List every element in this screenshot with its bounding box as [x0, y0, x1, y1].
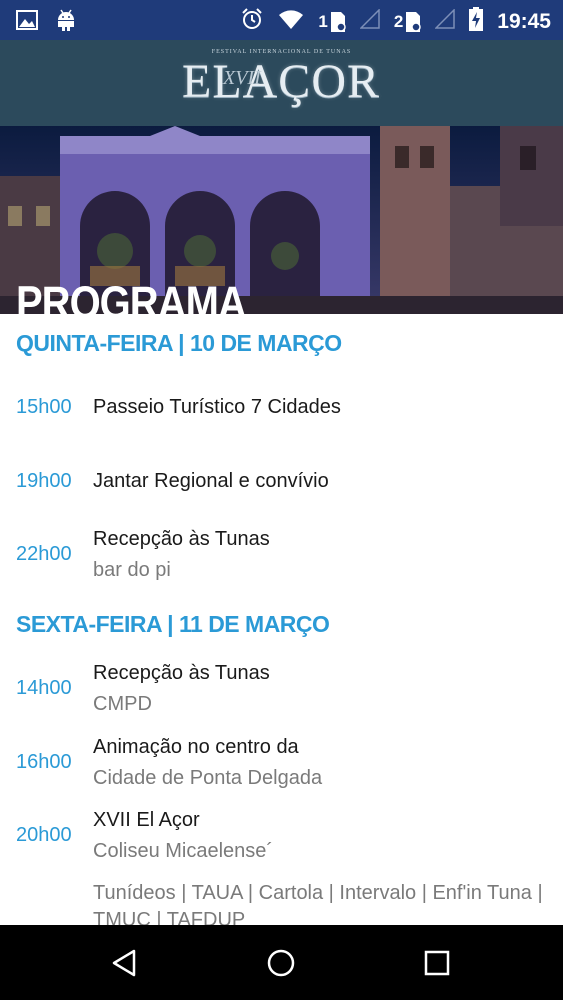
image-icon: [16, 10, 38, 35]
navigation-bar: [0, 925, 563, 1000]
sim2-label: 2: [393, 11, 404, 31]
event-time: 15h00: [16, 396, 72, 418]
event-title: Recepção às Tunas: [93, 528, 270, 550]
event-location: Coliseu Micaelense´: [93, 840, 274, 862]
event-location: bar do pi: [93, 559, 171, 581]
header-banner: PROGRAMA: [0, 126, 563, 314]
android-icon: [56, 8, 76, 37]
event-location: Cidade de Ponta Delgada: [93, 767, 323, 789]
sim2-indicator: 2: [393, 11, 422, 33]
event-time: 22h00: [16, 543, 72, 565]
sim-card-icon: [330, 11, 346, 32]
sim1-label: 1: [318, 11, 328, 31]
event-title: Recepção às Tunas: [93, 662, 270, 684]
recents-icon: [424, 950, 450, 975]
recents-button[interactable]: [397, 925, 477, 1000]
wifi-icon: [278, 8, 304, 35]
battery-charging-icon: [469, 7, 484, 36]
signal-icon: [434, 8, 456, 34]
event-title: Animação no centro da: [93, 736, 299, 758]
home-button[interactable]: [241, 925, 321, 1000]
sim1-indicator: 1: [318, 11, 346, 33]
app-logo[interactable]: ELAÇOR XVII: [165, 54, 397, 114]
event-time: 14h00: [16, 677, 72, 699]
clock: 19:45: [497, 9, 551, 33]
day-header-friday: SEXTA-FEIRA | 11 DE MARÇO: [16, 611, 330, 637]
sim-card-icon: [406, 11, 422, 32]
back-button[interactable]: [85, 925, 165, 1000]
logo-text: ELAÇOR: [182, 55, 380, 108]
status-bar: 1 2 19:45: [0, 0, 563, 40]
event-title: XVII El Açor: [93, 809, 200, 831]
event-location: CMPD: [93, 693, 152, 715]
event-time: 16h00: [16, 751, 72, 773]
home-icon: [267, 949, 295, 976]
event-title: Jantar Regional e convívio: [93, 470, 329, 492]
day-header-thursday: QUINTA-FEIRA | 10 DE MARÇO: [16, 330, 342, 356]
event-time: 20h00: [16, 824, 72, 846]
app-bar: FESTIVAL INTERNACIONAL DE TUNAS ELAÇOR X…: [0, 40, 563, 126]
logo-edition: XVII: [223, 67, 261, 89]
event-title: Passeio Turístico 7 Cidades: [93, 396, 341, 418]
event-time: 19h00: [16, 470, 72, 492]
page-title: PROGRAMA: [16, 278, 247, 314]
signal-icon: [359, 8, 380, 34]
back-icon: [112, 949, 136, 976]
alarm-icon: [240, 7, 264, 36]
